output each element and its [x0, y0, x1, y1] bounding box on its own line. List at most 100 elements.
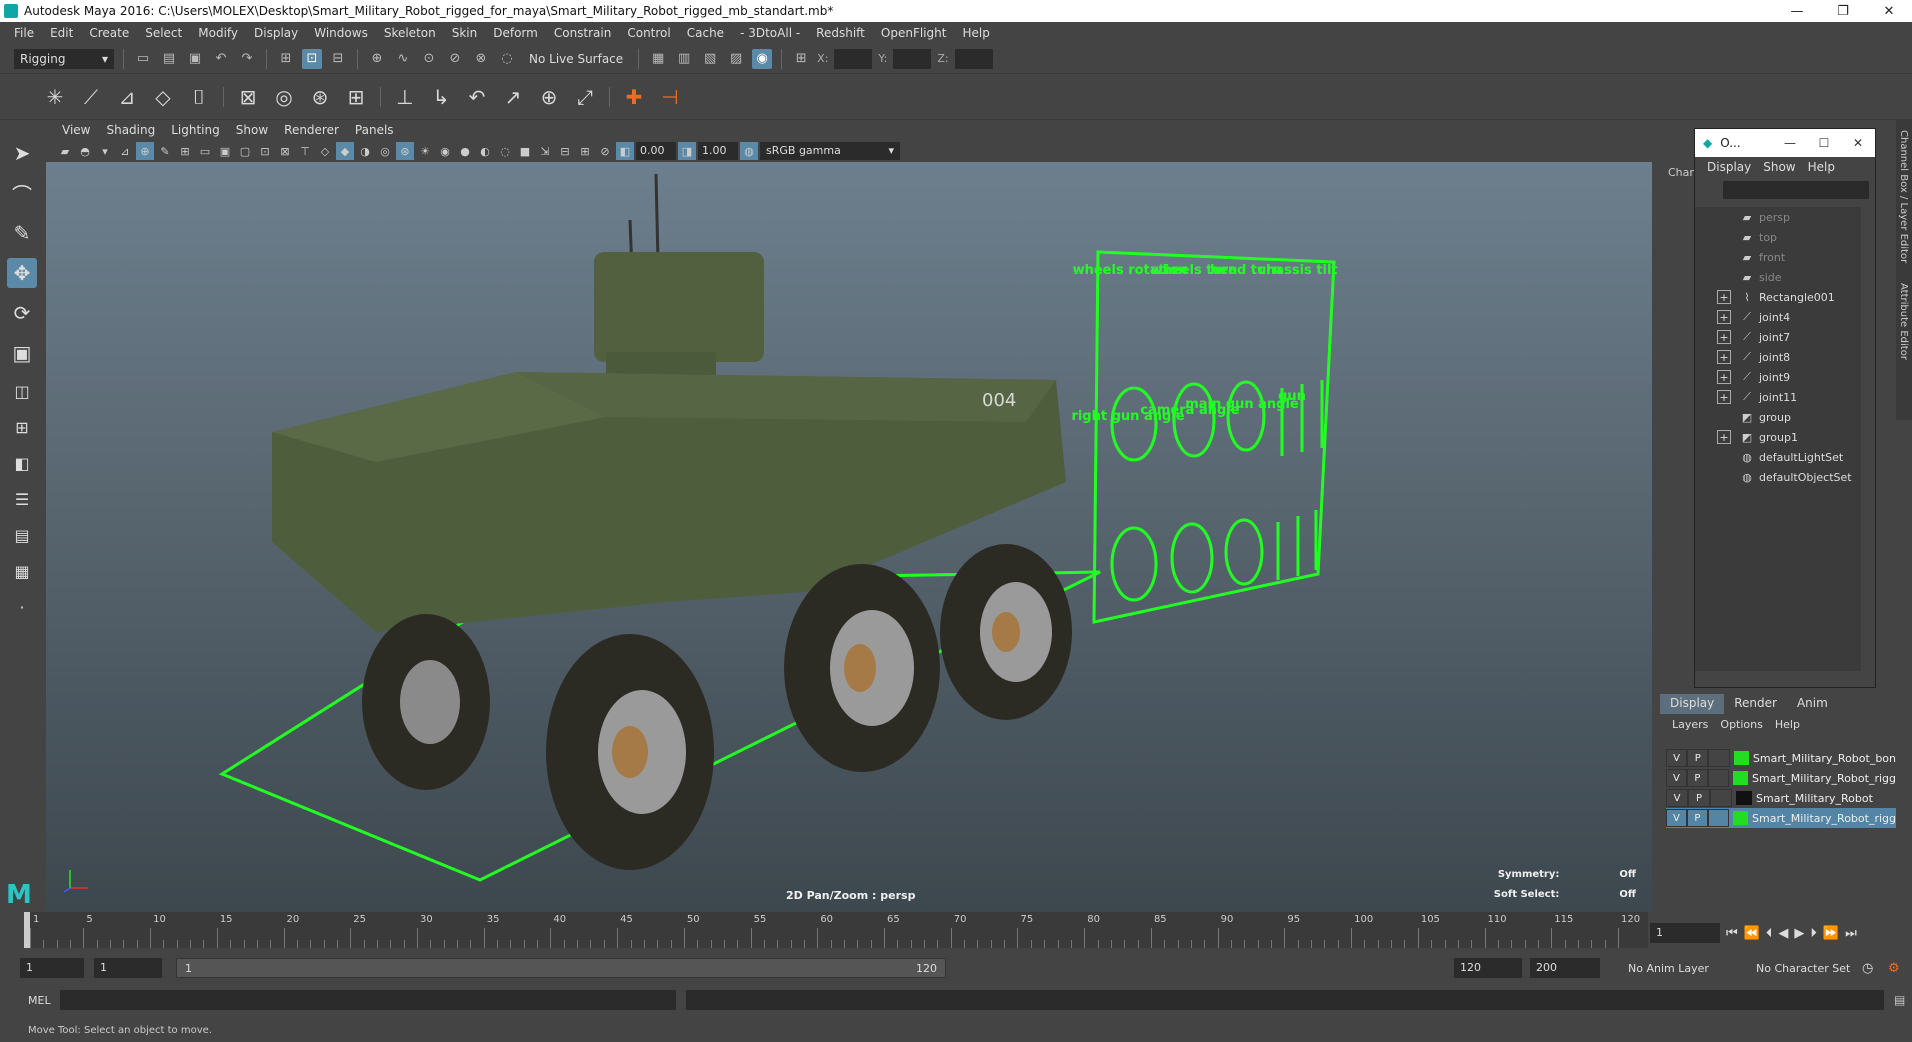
layer-tab-display[interactable]: Display [1660, 694, 1725, 714]
live-surface-label[interactable]: No Live Surface [523, 52, 629, 66]
layer-color-swatch[interactable] [1736, 791, 1752, 805]
mirror-joint-icon[interactable]: ◇ [148, 80, 178, 114]
step-forward-frame-icon[interactable]: ⏵ [1810, 926, 1817, 941]
render-frame-icon[interactable]: ▥ [674, 49, 694, 69]
outliner-item[interactable]: ▰ persp [1695, 207, 1861, 227]
grease-pencil-icon[interactable]: ✎ [156, 142, 174, 160]
menu-redshift[interactable]: Redshift [808, 26, 873, 40]
menu-skin[interactable]: Skin [444, 26, 486, 40]
safe-title-icon[interactable]: ⊤ [296, 142, 314, 160]
outliner-menu-show[interactable]: Show [1757, 160, 1801, 174]
maximize-button[interactable]: ❐ [1820, 0, 1866, 22]
point-constraint-icon[interactable]: ✚ [619, 80, 649, 114]
anim-layer-dropdown[interactable]: No Anim Layer [1628, 962, 1709, 975]
layer-display-type-toggle[interactable] [1707, 809, 1729, 827]
shadows-icon[interactable]: ◉ [436, 142, 454, 160]
channel-box-tab-label[interactable]: Chan [1668, 166, 1696, 179]
view-transform-dropdown[interactable]: sRGB gamma ▾ [760, 142, 900, 160]
layer-menu-options[interactable]: Options [1714, 718, 1768, 731]
select-object-icon[interactable]: ⊡ [302, 48, 322, 69]
menu-select[interactable]: Select [137, 26, 190, 40]
outliner-close-button[interactable]: ✕ [1841, 136, 1875, 150]
wire-deformer-icon[interactable]: ⊞ [341, 80, 371, 114]
menu-edit[interactable]: Edit [42, 26, 81, 40]
select-hierarchy-icon[interactable]: ⊞ [276, 49, 296, 69]
xray-joints-icon[interactable]: ⊟ [556, 142, 574, 160]
graph-layout-icon[interactable]: ▤ [7, 522, 37, 548]
outliner-item[interactable]: + ⟋ joint8 [1695, 347, 1861, 367]
layer-color-swatch[interactable] [1733, 751, 1749, 765]
safe-action-icon[interactable]: ⊠ [276, 142, 294, 160]
menu-skeleton[interactable]: Skeleton [376, 26, 444, 40]
menu-set-dropdown[interactable]: Rigging ▾ [14, 48, 114, 69]
layer-menu-layers[interactable]: Layers [1666, 718, 1714, 731]
menu-create[interactable]: Create [81, 26, 137, 40]
sculpt-deformer-icon[interactable]: ⊛ [305, 80, 335, 114]
layer-visibility-toggle[interactable]: V [1666, 789, 1688, 807]
layer-row[interactable]: V P Smart_Military_Robot_rigg [1666, 768, 1896, 788]
range-slider[interactable]: 1 120 [176, 958, 946, 978]
animation-start-field[interactable]: 1 [20, 958, 84, 978]
snap-live-icon[interactable]: ◌ [497, 49, 517, 69]
viewport-menu-renderer[interactable]: Renderer [276, 123, 347, 137]
outliner-search-input[interactable] [1723, 181, 1869, 199]
layer-visibility-toggle[interactable]: V [1666, 749, 1688, 767]
snap-surface-icon[interactable]: ⊗ [471, 49, 491, 69]
lights-icon[interactable]: ☀ [416, 142, 434, 160]
backface-culling-icon[interactable]: ⊘ [596, 142, 614, 160]
expand-icon[interactable]: + [1717, 390, 1731, 404]
step-back-frame-icon[interactable]: ⏴ [1766, 926, 1773, 941]
camera-attributes-icon[interactable]: ◓ [76, 142, 94, 160]
single-view-layout-icon[interactable]: ◫ [7, 378, 37, 404]
mel-label[interactable]: MEL [0, 994, 60, 1007]
outliner-minimize-button[interactable]: — [1773, 136, 1807, 150]
outliner-item[interactable]: + ⟋ joint7 [1695, 327, 1861, 347]
menu-control[interactable]: Control [619, 26, 678, 40]
minimize-button[interactable]: — [1774, 0, 1820, 22]
layer-display-type-toggle[interactable] [1708, 749, 1730, 767]
ik-spline-icon[interactable]: ⊿ [112, 80, 142, 114]
outliner-maximize-button[interactable]: ☐ [1807, 136, 1841, 150]
wireframe-on-shaded-icon[interactable]: ◑ [356, 142, 374, 160]
textured-icon[interactable]: ◎ [376, 142, 394, 160]
render-view-icon[interactable]: ▨ [726, 49, 746, 69]
scale-tool-icon[interactable]: ▣ [7, 338, 37, 368]
ambient-occlusion-icon[interactable]: ● [456, 142, 474, 160]
grid-icon[interactable]: ⊞ [176, 142, 194, 160]
hypershade-icon[interactable]: ◉ [752, 48, 773, 69]
outliner-item[interactable]: + ⟋ joint9 [1695, 367, 1861, 387]
outliner-item[interactable]: ▰ side [1695, 267, 1861, 287]
expand-icon[interactable]: + [1717, 330, 1731, 344]
select-component-icon[interactable]: ⊟ [328, 49, 348, 69]
ik-handle-icon[interactable]: ⟋ [76, 80, 106, 114]
layer-visibility-toggle[interactable]: V [1666, 769, 1687, 787]
joint-tool-icon[interactable]: ✳ [40, 80, 70, 114]
wrap-icon[interactable]: ◎ [269, 80, 299, 114]
expand-icon[interactable]: + [1717, 290, 1731, 304]
z-field[interactable] [954, 48, 993, 69]
go-to-end-icon[interactable]: ⏭ [1845, 926, 1857, 941]
menu-help[interactable]: Help [954, 26, 997, 40]
paint-select-icon[interactable]: ✎ [7, 218, 37, 248]
save-scene-icon[interactable]: ▣ [185, 49, 205, 69]
outliner-item[interactable]: ◍ defaultLightSet [1695, 447, 1861, 467]
snap-point-icon[interactable]: ⊙ [419, 49, 439, 69]
four-view-layout-icon[interactable]: ⊞ [7, 414, 37, 440]
render-settings-icon[interactable]: ▦ [648, 49, 668, 69]
layer-playback-toggle[interactable]: P [1687, 749, 1709, 767]
bind-skin-icon[interactable]: ⊥ [390, 80, 420, 114]
wireframe-icon[interactable]: ◇ [316, 142, 334, 160]
menu-cache[interactable]: Cache [679, 26, 732, 40]
pan-zoom-icon[interactable]: ⊕ [136, 142, 154, 160]
outliner-item[interactable]: + ⌇ Rectangle001 [1695, 287, 1861, 307]
paint-weights-icon[interactable]: ↳ [426, 80, 456, 114]
exposure-icon[interactable]: ◧ [616, 142, 634, 160]
hypershade-layout-icon[interactable]: ▦ [7, 558, 37, 584]
side-by-side-layout-icon[interactable]: ◧ [7, 450, 37, 476]
character-set-dropdown[interactable]: No Character Set [1756, 962, 1850, 975]
outliner-item[interactable]: + ⟋ joint4 [1695, 307, 1861, 327]
outliner-menu-display[interactable]: Display [1701, 160, 1757, 174]
cluster-icon[interactable]: ⌷ [184, 80, 214, 114]
layer-menu-help[interactable]: Help [1769, 718, 1806, 731]
open-scene-icon[interactable]: ▤ [159, 49, 179, 69]
